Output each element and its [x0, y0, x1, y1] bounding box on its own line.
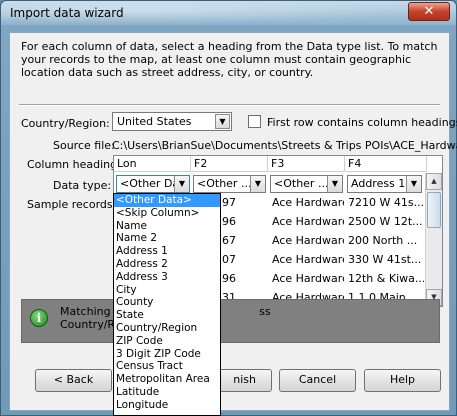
- sample-cell: 12th & Kiwa...: [348, 272, 424, 285]
- scroll-up-icon[interactable]: ▲: [426, 173, 442, 190]
- country-label: Country/Region:: [21, 117, 110, 130]
- dropdown-option[interactable]: City: [114, 284, 220, 297]
- dropdown-option[interactable]: 3 Digit ZIP Code: [114, 348, 220, 361]
- sample-cell: 07: [222, 253, 236, 266]
- first-row-checkbox[interactable]: [248, 115, 261, 128]
- dropdown-option[interactable]: Name 2: [114, 232, 220, 245]
- close-button[interactable]: ✕: [408, 2, 450, 21]
- data-type-dropdown-list[interactable]: <Other Data> <Skip Column> Name Name 2 A…: [113, 193, 221, 416]
- dropdown-option[interactable]: State: [114, 309, 220, 322]
- data-type-select-4[interactable]: Address 1 ▼: [347, 175, 422, 193]
- wizard-body: For each column of data, select a headin…: [9, 32, 457, 411]
- info-icon: i: [30, 309, 48, 327]
- window-title: Import data wizard: [10, 6, 124, 20]
- data-type-value-4: Address 1: [351, 177, 406, 190]
- sample-cell: 67: [222, 234, 236, 247]
- country-value: United States: [117, 115, 192, 128]
- dropdown-option[interactable]: Census Tract: [114, 360, 220, 373]
- chevron-down-icon: ▼: [174, 176, 189, 192]
- info-line-1-end: ss: [259, 305, 271, 318]
- intro-text: For each column of data, select a headin…: [21, 40, 438, 79]
- sample-cell: 96: [222, 215, 236, 228]
- column-header-4[interactable]: F4: [345, 156, 427, 172]
- dropdown-option[interactable]: Address 1: [114, 245, 220, 258]
- sample-records-label: Sample records:: [27, 198, 117, 211]
- column-header-1[interactable]: Lon: [114, 156, 191, 172]
- dropdown-option[interactable]: Metropolitan Area: [114, 373, 220, 386]
- chevron-down-icon: ▼: [250, 176, 265, 192]
- sample-cell: Ace Hardware: [272, 234, 344, 247]
- dropdown-option[interactable]: Address 2: [114, 258, 220, 271]
- sample-cell: 330 W 41st...: [348, 253, 422, 266]
- scroll-thumb[interactable]: [427, 192, 441, 228]
- chevron-down-icon: ▼: [215, 114, 230, 129]
- source-file-label: Source file:: [53, 139, 115, 152]
- back-button[interactable]: < Back: [35, 369, 112, 392]
- info-panel: i Matching re ss Country/Re: [21, 299, 440, 343]
- column-heading-label: Column heading:: [27, 158, 121, 171]
- dropdown-option[interactable]: Latitude: [114, 386, 220, 399]
- data-type-value-2: <Other ...: [197, 177, 252, 190]
- data-type-select-1[interactable]: <Other Da ▼: [116, 175, 190, 193]
- chevron-down-icon: ▼: [327, 176, 342, 192]
- title-bar: Import data wizard ✕: [1, 1, 456, 25]
- cancel-button[interactable]: Cancel: [279, 369, 356, 392]
- data-type-select-3[interactable]: <Other ... ▼: [270, 175, 343, 193]
- data-type-value-3: <Other ...: [274, 177, 329, 190]
- source-file-path: C:\Users\BrianSue\Documents\Streets & Tr…: [112, 139, 457, 152]
- sample-cell: Ace Hardware: [272, 253, 344, 266]
- import-wizard-window: Import data wizard ✕ For each column of …: [0, 0, 457, 416]
- data-type-select-2[interactable]: <Other ... ▼: [193, 175, 266, 193]
- sample-cell: Ace Hardware: [272, 215, 344, 228]
- sample-cell: 2500 W 12t...: [348, 215, 423, 228]
- help-button[interactable]: Help: [364, 369, 441, 392]
- sample-cell: 96: [222, 272, 236, 285]
- separator: [19, 104, 440, 106]
- chevron-down-icon: ▼: [406, 176, 421, 192]
- first-row-label: First row contains column headings: [267, 116, 457, 129]
- sample-cell: 200 North ...: [348, 234, 418, 247]
- dropdown-option[interactable]: ZIP Code: [114, 335, 220, 348]
- dropdown-option[interactable]: Address 3: [114, 271, 220, 284]
- data-type-label: Data type:: [53, 179, 112, 192]
- dropdown-option[interactable]: <Other Data>: [114, 194, 220, 207]
- sample-cell: Ace Hardware: [272, 272, 344, 285]
- sample-cell: 97: [222, 196, 236, 209]
- dropdown-option[interactable]: County: [114, 296, 220, 309]
- data-type-value-1: <Other Da: [120, 177, 180, 190]
- sample-cell: Ace Hardware: [272, 196, 344, 209]
- country-select[interactable]: United States ▼: [112, 112, 232, 131]
- grid-vertical-scrollbar[interactable]: ▲ ▼: [425, 173, 442, 306]
- dropdown-option[interactable]: <Skip Column>: [114, 207, 220, 220]
- dropdown-option[interactable]: Name: [114, 220, 220, 233]
- column-header-3[interactable]: F3: [268, 156, 345, 172]
- dropdown-option[interactable]: Longitude: [114, 399, 220, 412]
- column-header-2[interactable]: F2: [191, 156, 268, 172]
- dropdown-option[interactable]: Country/Region: [114, 322, 220, 335]
- sample-cell: 7210 W 41s...: [348, 196, 424, 209]
